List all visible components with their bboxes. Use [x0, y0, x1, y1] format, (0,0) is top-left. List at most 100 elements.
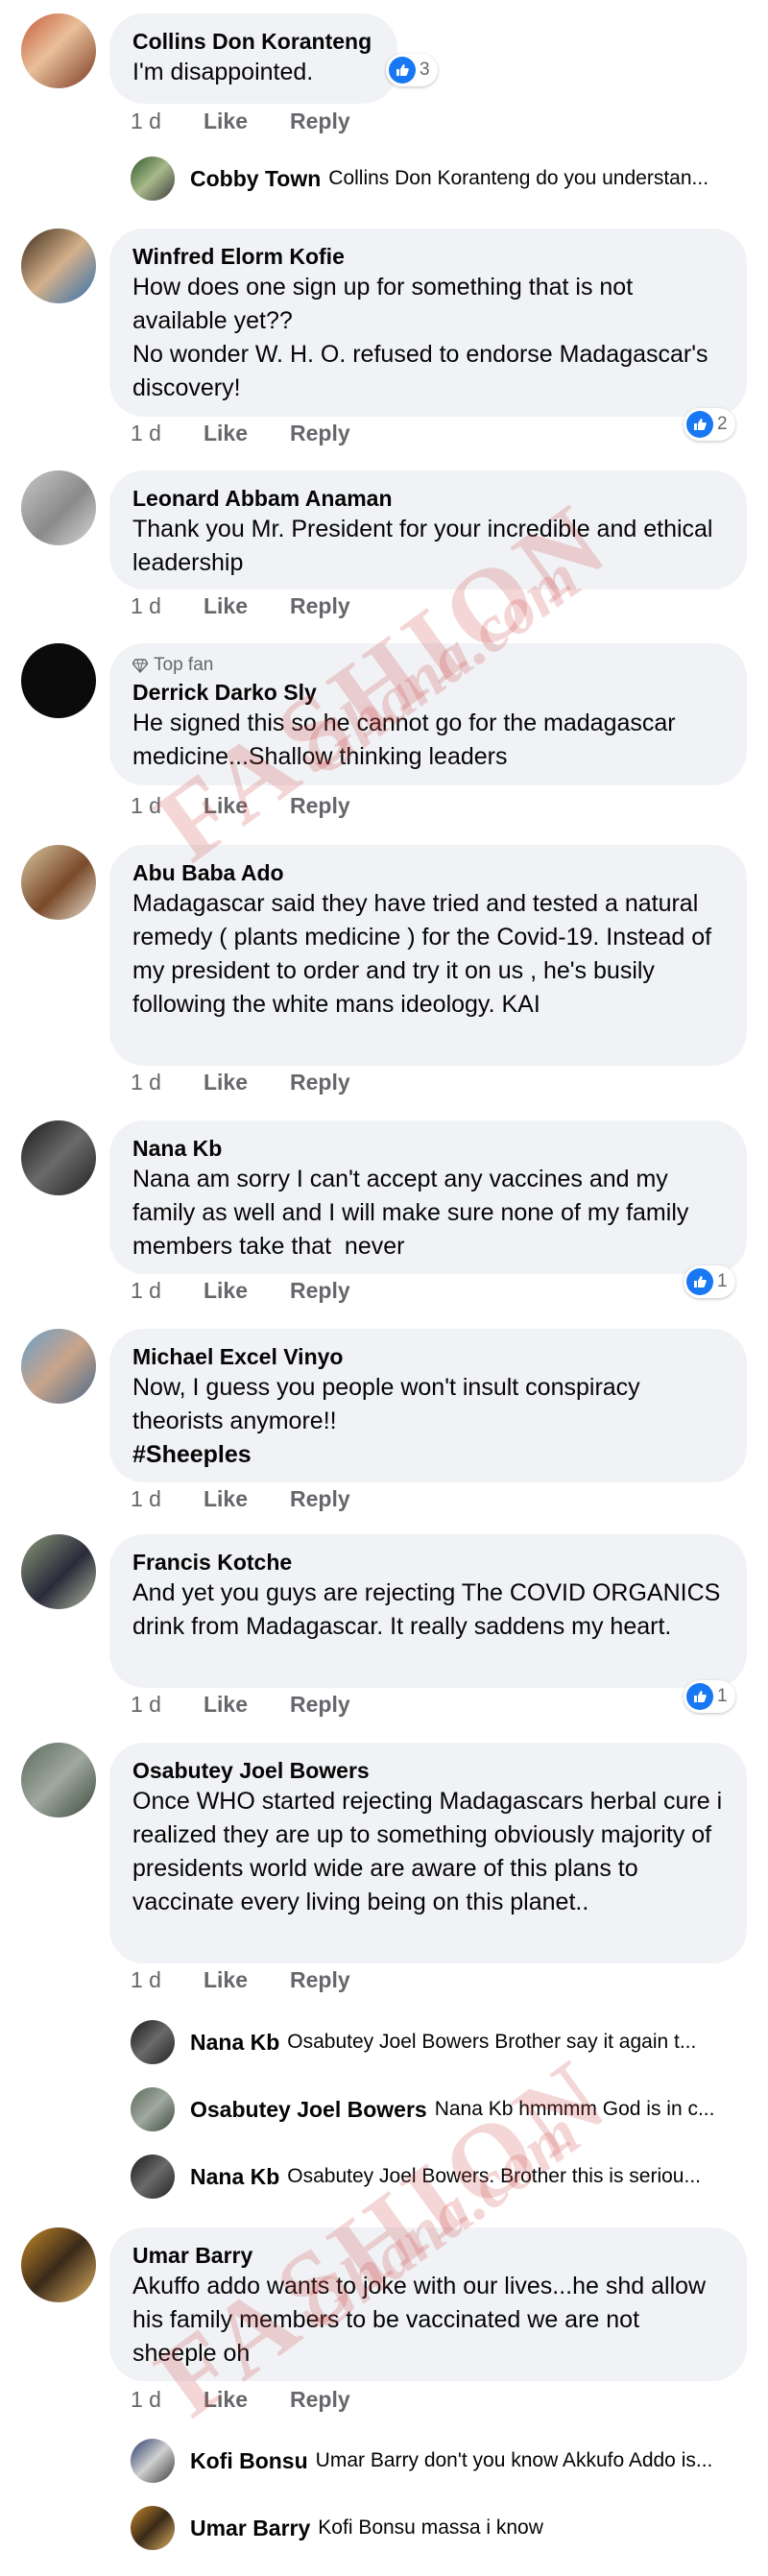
comment-bubble: Osabutey Joel Bowers Once WHO started re… — [109, 1743, 747, 1963]
timestamp[interactable]: 1 d — [131, 793, 161, 819]
comment-author[interactable]: Leonard Abbam Anaman — [132, 484, 724, 513]
reaction-count[interactable]: 3 — [386, 54, 438, 86]
comment-text: Nana am sorry I can't accept any vaccine… — [132, 1166, 696, 1260]
avatar[interactable] — [21, 1743, 96, 1818]
like-button[interactable]: Like — [204, 593, 248, 619]
comment-bubble: Winfred Elorm Kofie How does one sign up… — [109, 229, 747, 417]
reply-button[interactable]: Reply — [290, 1692, 350, 1718]
reply-author[interactable]: Nana Kb — [190, 2164, 279, 2190]
top-fan-label: Top fan — [154, 655, 214, 675]
avatar[interactable] — [131, 2020, 175, 2064]
like-button[interactable]: Like — [204, 421, 248, 446]
reply-item[interactable]: Nana Kb Osabutey Joel Bowers. Brother th… — [131, 2153, 701, 2201]
comment-author[interactable]: Derrick Darko Sly — [132, 678, 724, 707]
timestamp[interactable]: 1 d — [131, 1070, 161, 1095]
comment-bubble: Umar Barry Akuffo addo wants to joke wit… — [109, 2227, 747, 2381]
avatar[interactable] — [21, 470, 96, 545]
reply-author[interactable]: Osabutey Joel Bowers — [190, 2097, 427, 2123]
diamond-icon — [132, 659, 148, 673]
like-button[interactable]: Like — [204, 2387, 248, 2413]
avatar[interactable] — [131, 156, 175, 201]
reply-item[interactable]: Umar Barry Kofi Bonsu massa i know — [131, 2504, 543, 2552]
avatar[interactable] — [21, 13, 96, 88]
timestamp[interactable]: 1 d — [131, 108, 161, 134]
reply-item[interactable]: Osabutey Joel Bowers Nana Kb hmmmm God i… — [131, 2085, 714, 2133]
comment-text: Akuffo addo wants to joke with our lives… — [132, 2273, 713, 2367]
comment-actions: 1 d Like Reply — [131, 1486, 350, 1512]
avatar[interactable] — [131, 2087, 175, 2131]
comment-bubble: Nana Kb Nana am sorry I can't accept any… — [109, 1120, 747, 1274]
like-button[interactable]: Like — [204, 793, 248, 819]
comment-text: I'm disappointed. — [132, 59, 314, 85]
avatar[interactable] — [131, 2506, 175, 2550]
timestamp[interactable]: 1 d — [131, 593, 161, 619]
reply-button[interactable]: Reply — [290, 593, 350, 619]
comment-bubble: Abu Baba Ado Madagascar said they have t… — [109, 845, 747, 1066]
reply-button[interactable]: Reply — [290, 793, 350, 819]
comment-bubble: Michael Excel Vinyo Now, I guess you peo… — [109, 1329, 747, 1482]
thumbs-up-icon — [686, 1268, 713, 1295]
comment-actions: 1 d Like Reply — [131, 421, 350, 446]
reply-button[interactable]: Reply — [290, 108, 350, 134]
avatar[interactable] — [21, 845, 96, 920]
comment-author[interactable]: Winfred Elorm Kofie — [132, 242, 724, 271]
comment-author[interactable]: Osabutey Joel Bowers — [132, 1756, 724, 1785]
timestamp[interactable]: 1 d — [131, 421, 161, 446]
timestamp[interactable]: 1 d — [131, 1692, 161, 1718]
reply-button[interactable]: Reply — [290, 1967, 350, 1993]
reply-text: Osabutey Joel Bowers. Brother this is se… — [287, 2165, 701, 2187]
reply-button[interactable]: Reply — [290, 1278, 350, 1304]
reply-text: Kofi Bonsu massa i know — [318, 2516, 543, 2539]
avatar[interactable] — [21, 1120, 96, 1195]
avatar[interactable] — [131, 2439, 175, 2483]
timestamp[interactable]: 1 d — [131, 2387, 161, 2413]
comment-author[interactable]: Umar Barry — [132, 2241, 724, 2270]
reply-author[interactable]: Cobby Town — [190, 166, 321, 192]
comment-author[interactable]: Collins Don Koranteng — [132, 27, 374, 56]
reaction-count[interactable]: 1 — [684, 1680, 735, 1713]
avatar[interactable] — [131, 2155, 175, 2199]
like-button[interactable]: Like — [204, 1967, 248, 1993]
like-button[interactable]: Like — [204, 1070, 248, 1095]
timestamp[interactable]: 1 d — [131, 1278, 161, 1304]
reply-item[interactable]: Cobby Town Collins Don Koranteng do you … — [131, 155, 708, 203]
comment-author[interactable]: Nana Kb — [132, 1134, 724, 1163]
avatar[interactable] — [21, 643, 96, 718]
comment-author[interactable]: Abu Baba Ado — [132, 858, 724, 887]
reply-author[interactable]: Nana Kb — [190, 2030, 279, 2056]
comment-actions: 1 d Like Reply — [131, 1070, 350, 1095]
reaction-number: 3 — [420, 60, 430, 80]
reply-item[interactable]: Kofi Bonsu Umar Barry don't you know Akk… — [131, 2437, 712, 2485]
reply-button[interactable]: Reply — [290, 421, 350, 446]
thumbs-up-icon — [389, 57, 416, 84]
avatar[interactable] — [21, 1534, 96, 1609]
reply-author[interactable]: Umar Barry — [190, 2516, 310, 2541]
reply-button[interactable]: Reply — [290, 1486, 350, 1512]
reply-item[interactable]: Nana Kb Osabutey Joel Bowers Brother say… — [131, 2018, 696, 2066]
reaction-count[interactable]: 1 — [684, 1265, 735, 1298]
comment-text: How does one sign up for something that … — [132, 274, 708, 401]
reply-author[interactable]: Kofi Bonsu — [190, 2448, 308, 2474]
reply-text: Collins Don Koranteng do you understan..… — [328, 167, 709, 189]
reply-button[interactable]: Reply — [290, 2387, 350, 2413]
comment-author[interactable]: Michael Excel Vinyo — [132, 1342, 724, 1371]
top-fan-badge: Top fan — [132, 653, 724, 678]
comment-actions: 1 d Like Reply — [131, 593, 350, 619]
comment-bubble: Leonard Abbam Anaman Thank you Mr. Presi… — [109, 470, 747, 590]
avatar[interactable] — [21, 229, 96, 303]
reaction-number: 1 — [717, 1271, 728, 1291]
comment-actions: 1 d Like Reply — [131, 1692, 350, 1718]
timestamp[interactable]: 1 d — [131, 1486, 161, 1512]
like-button[interactable]: Like — [204, 1692, 248, 1718]
like-button[interactable]: Like — [204, 108, 248, 134]
avatar[interactable] — [21, 1329, 96, 1404]
like-button[interactable]: Like — [204, 1486, 248, 1512]
reaction-count[interactable]: 2 — [684, 408, 735, 441]
like-button[interactable]: Like — [204, 1278, 248, 1304]
comment-text: Madagascar said they have tried and test… — [132, 890, 719, 1018]
timestamp[interactable]: 1 d — [131, 1967, 161, 1993]
hashtag-link[interactable]: #Sheeples — [132, 1438, 724, 1472]
comment-author[interactable]: Francis Kotche — [132, 1548, 724, 1577]
reply-button[interactable]: Reply — [290, 1070, 350, 1095]
avatar[interactable] — [21, 2227, 96, 2302]
